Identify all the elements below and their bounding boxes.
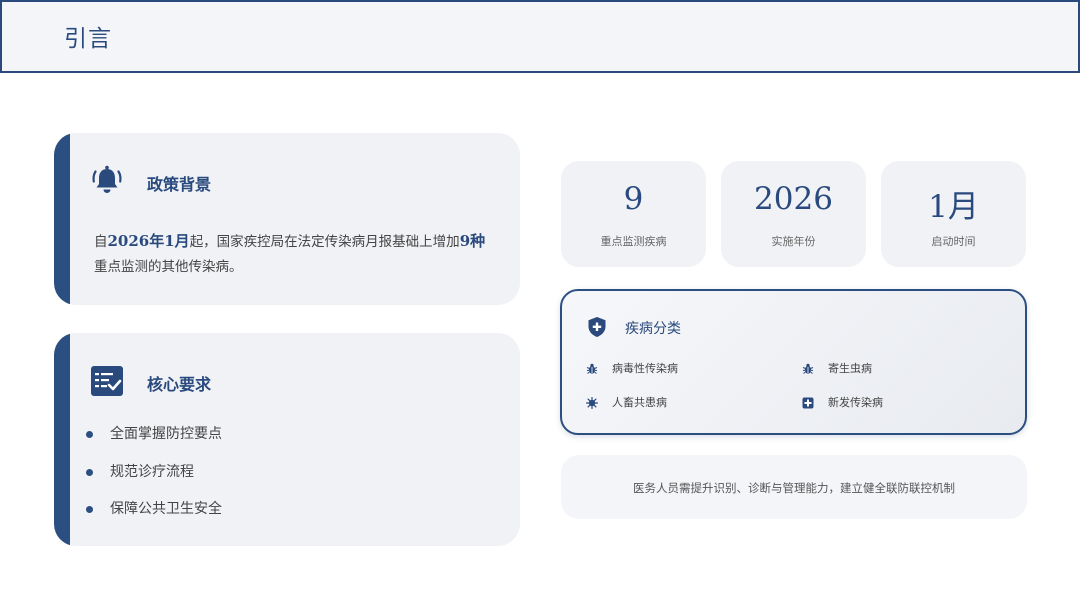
bell-icon <box>92 165 122 193</box>
stat-card-disease-count: 9 重点监测疾病 <box>561 161 706 267</box>
category-item-emerging: 新发传染病 <box>802 395 883 411</box>
page-title: 引言 <box>64 26 112 52</box>
virus-icon <box>586 397 598 409</box>
stat-card-year: 2026 实施年份 <box>721 161 866 267</box>
policy-description: 自2026年1月起，国家疾控局在法定传染病月报基础上增加9种 重点监测的其他传染… <box>94 229 494 280</box>
policy-text-prefix: 自 <box>94 234 108 250</box>
category-item-parasitic: 寄生虫病 <box>802 361 872 377</box>
stat-card-start-time: 1月 启动时间 <box>881 161 1026 267</box>
medical-cross-icon <box>802 397 814 409</box>
header-bar: 引言 <box>0 0 1080 73</box>
policy-text-suffix: 重点监测的其他传染病。 <box>94 259 243 275</box>
list-item: 全面掌握防控要点 <box>86 421 222 459</box>
bug-icon <box>802 363 814 374</box>
stat-value: 9 <box>623 181 644 217</box>
stat-label: 重点监测疾病 <box>600 235 667 248</box>
note-text: 医务人员需提升识别、诊断与管理能力，建立健全联防联控机制 <box>633 481 955 495</box>
card-accent-bar <box>54 133 70 305</box>
requirements-list: 全面掌握防控要点 规范诊疗流程 保障公共卫生安全 <box>86 421 222 534</box>
shield-plus-icon <box>588 317 606 337</box>
policy-text-middle: 起，国家疾控局在法定传染病月报基础上增加 <box>189 234 460 250</box>
card-accent-bar <box>54 333 70 546</box>
category-title: 疾病分类 <box>625 321 681 337</box>
bug-icon <box>586 363 598 374</box>
policy-background-card: 政策背景 自2026年1月起，国家疾控局在法定传染病月报基础上增加9种 重点监测… <box>54 133 520 305</box>
note-card: 医务人员需提升识别、诊断与管理能力，建立健全联防联控机制 <box>561 455 1027 519</box>
checklist-icon <box>91 366 123 396</box>
stat-label: 启动时间 <box>931 235 976 248</box>
core-title: 核心要求 <box>147 375 212 394</box>
category-item-zoonotic: 人畜共患病 <box>586 395 667 411</box>
stat-value: 2026 <box>754 181 833 217</box>
bullet-dot <box>86 506 93 513</box>
stat-value: 1月 <box>928 189 979 225</box>
category-item-viral: 病毒性传染病 <box>586 361 678 377</box>
policy-count-highlight: 9种 <box>459 232 486 250</box>
core-requirements-card: 核心要求 全面掌握防控要点 规范诊疗流程 保障公共卫生安全 <box>54 333 520 546</box>
policy-title: 政策背景 <box>147 175 212 194</box>
disease-category-card: 疾病分类 病毒性传染病 寄生虫病 人畜共患病 新发传染病 <box>560 289 1027 435</box>
policy-date-highlight: 2026年1月 <box>107 232 190 250</box>
bullet-dot <box>86 431 93 438</box>
stat-label: 实施年份 <box>771 235 816 248</box>
list-item: 保障公共卫生安全 <box>86 496 222 534</box>
bullet-dot <box>86 468 93 476</box>
list-item: 规范诊疗流程 <box>86 459 222 497</box>
